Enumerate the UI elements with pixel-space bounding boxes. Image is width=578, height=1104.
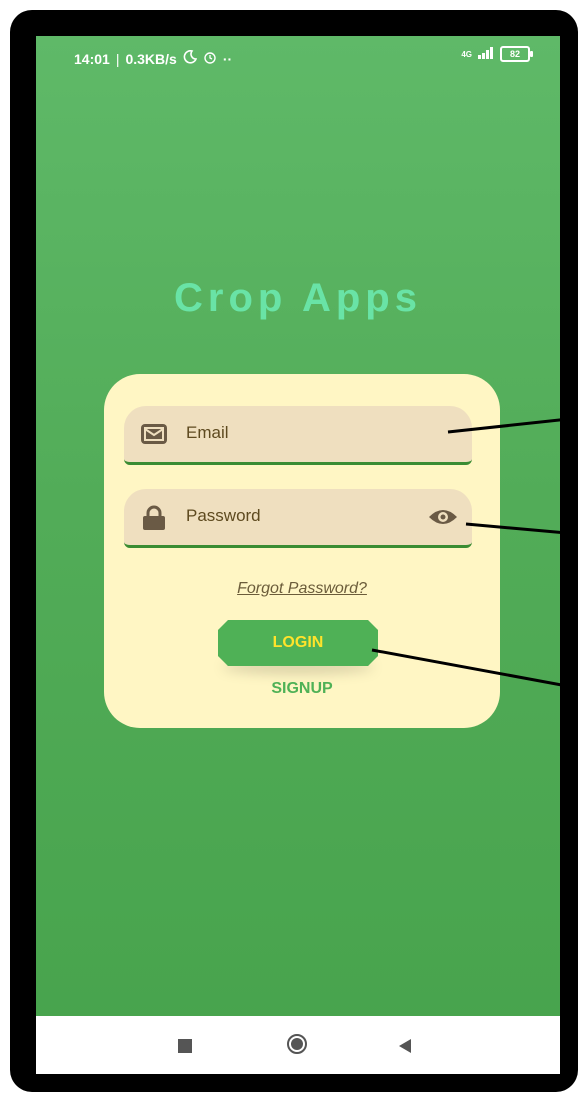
login-button[interactable]: LOGIN: [218, 620, 378, 666]
status-speed: 0.3KB/s: [125, 50, 177, 67]
signal-icon: [478, 46, 494, 62]
status-right: 4G 82: [461, 46, 533, 62]
lock-icon: [140, 505, 168, 530]
nav-home-icon[interactable]: [286, 1033, 308, 1055]
status-separator: |: [115, 50, 120, 67]
mail-icon: [140, 422, 168, 446]
password-placeholder: Password: [186, 506, 261, 525]
status-time: 14:01: [74, 50, 110, 67]
nav-recents-icon[interactable]: [178, 1039, 192, 1053]
eye-icon[interactable]: [428, 507, 458, 527]
forgot-password-link[interactable]: Forgot Password?: [104, 580, 500, 598]
alarm-icon: [203, 50, 217, 67]
battery-icon: 82: [500, 46, 533, 62]
nav-back-icon[interactable]: [396, 1037, 414, 1055]
moon-icon: [183, 50, 197, 67]
email-placeholder: Email: [186, 423, 229, 442]
password-field[interactable]: Password: [124, 489, 472, 548]
navigation-bar: [36, 1016, 560, 1074]
app-title: Crop Apps: [174, 276, 422, 320]
status-bar: 14:01 | 0.3KB/s ·· 4G 82: [36, 36, 560, 80]
status-extra: ··: [222, 50, 233, 67]
signup-button[interactable]: SIGNUP: [104, 680, 500, 698]
email-field[interactable]: Email: [124, 406, 472, 465]
network-label: 4G: [461, 49, 472, 59]
login-card: Email Password Forgot Password? LOGIN SI…: [104, 374, 500, 728]
status-left: 14:01 | 0.3KB/s ··: [74, 50, 232, 67]
app-screen: 14:01 | 0.3KB/s ·· 4G 82 Crop Apps Email…: [36, 36, 560, 1074]
